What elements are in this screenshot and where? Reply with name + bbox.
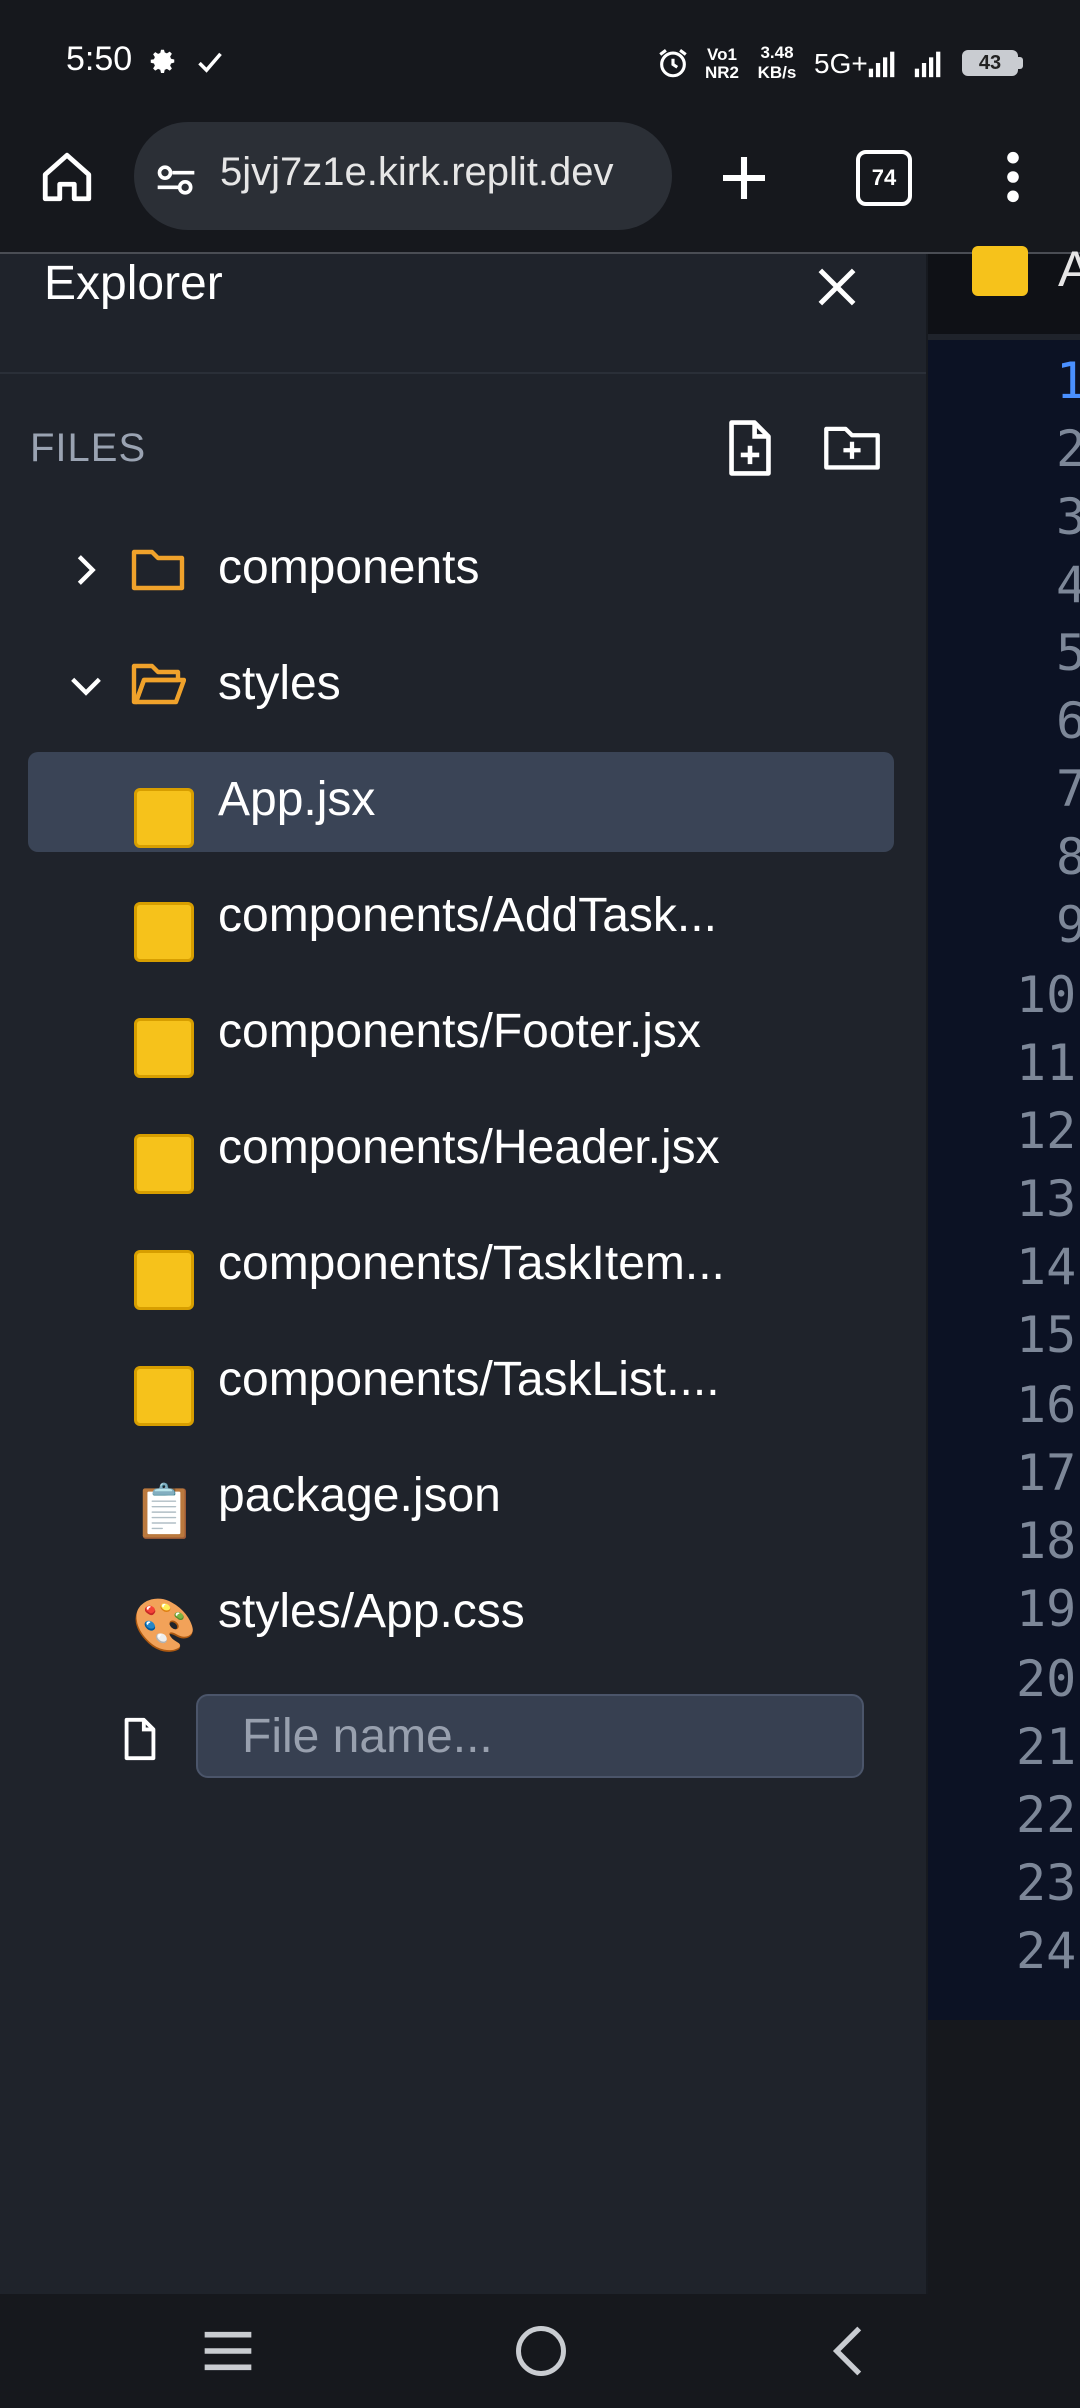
tree-item-label: components/TaskList.... bbox=[218, 1353, 720, 1406]
tree-item-label: components/Header.jsx bbox=[218, 1121, 720, 1174]
line-number: 22 bbox=[1016, 1786, 1077, 1844]
more-vert-icon[interactable] bbox=[996, 148, 1030, 206]
line-number: 10 bbox=[1016, 966, 1077, 1024]
back-icon[interactable] bbox=[830, 2324, 866, 2378]
new-tab-plus-icon[interactable] bbox=[716, 150, 772, 206]
line-number: 12 bbox=[1016, 1102, 1077, 1160]
settings-gear-icon bbox=[150, 49, 175, 73]
editor-footer-area bbox=[928, 2020, 1080, 2294]
line-number: 24 bbox=[1016, 1922, 1077, 1980]
tree-item-label: App.jsx bbox=[218, 773, 376, 826]
new-folder-icon[interactable] bbox=[822, 420, 882, 472]
line-number: 15 bbox=[1016, 1306, 1077, 1364]
palette-icon: 🎨 bbox=[132, 1597, 197, 1655]
jsx-file-icon bbox=[134, 902, 194, 962]
battery-tip bbox=[1018, 57, 1023, 69]
line-number: 20 bbox=[1016, 1650, 1077, 1708]
editor-tab-label[interactable]: A bbox=[1058, 240, 1080, 298]
tree-item-label: styles/App.css bbox=[218, 1585, 525, 1638]
jsx-file-icon bbox=[972, 246, 1028, 296]
speed-unit: KB/s bbox=[757, 63, 797, 82]
filename-input[interactable] bbox=[196, 1694, 864, 1778]
explorer-border bbox=[926, 254, 928, 2294]
tree-item-label: components bbox=[218, 541, 480, 594]
folder-open-icon bbox=[131, 663, 186, 705]
network-indicator-top: Vo1 bbox=[707, 45, 737, 64]
line-number: 8 bbox=[1056, 828, 1080, 886]
tree-item-label: components/AddTask... bbox=[218, 889, 717, 942]
line-number: 9 bbox=[1056, 896, 1080, 954]
line-number: 2 bbox=[1056, 420, 1080, 478]
new-file-icon[interactable] bbox=[724, 418, 776, 478]
line-number: 13 bbox=[1016, 1170, 1077, 1228]
tree-item-label: components/TaskItem... bbox=[218, 1237, 725, 1290]
line-number: 21 bbox=[1016, 1718, 1077, 1776]
chevron-down-icon[interactable] bbox=[66, 666, 106, 706]
line-number: 11 bbox=[1016, 1034, 1077, 1092]
tabs-icon[interactable]: 74 bbox=[856, 150, 912, 206]
network-type: 5G+ bbox=[814, 48, 868, 79]
network-indicator-bottom: NR2 bbox=[704, 63, 739, 82]
line-number: 17 bbox=[1016, 1444, 1077, 1502]
home-icon[interactable] bbox=[38, 148, 96, 206]
line-number: 14 bbox=[1016, 1238, 1077, 1296]
line-number: 6 bbox=[1056, 692, 1080, 750]
chevron-right-icon[interactable] bbox=[66, 550, 106, 590]
file-icon bbox=[124, 1717, 156, 1761]
tree-item-label: package.json bbox=[218, 1469, 501, 1522]
battery-icon: 43 bbox=[962, 50, 1018, 76]
line-number: 19 bbox=[1016, 1580, 1077, 1638]
line-number: 16 bbox=[1016, 1376, 1077, 1434]
line-number: 18 bbox=[1016, 1512, 1077, 1570]
signal-icon-2 bbox=[914, 51, 941, 78]
close-icon[interactable] bbox=[812, 262, 862, 312]
speed-value: 3.48 bbox=[760, 43, 794, 62]
explorer-title: Explorer bbox=[44, 257, 223, 310]
line-number: 7 bbox=[1056, 760, 1080, 818]
line-number: 4 bbox=[1056, 556, 1080, 614]
url-text[interactable]: 5jvj7z1e.kirk.replit.dev bbox=[220, 150, 614, 195]
alarm-icon bbox=[659, 49, 687, 78]
files-section-label: FILES bbox=[30, 426, 147, 470]
line-number: 23 bbox=[1016, 1854, 1077, 1912]
status-time: 5:50 bbox=[66, 40, 133, 78]
jsx-file-icon bbox=[134, 1250, 194, 1310]
jsx-file-icon bbox=[134, 1134, 194, 1194]
line-number: 5 bbox=[1056, 624, 1080, 682]
jsx-file-icon bbox=[134, 788, 194, 848]
home-circle-icon[interactable] bbox=[514, 2324, 568, 2378]
tree-item-label: styles bbox=[218, 657, 341, 710]
jsx-file-icon bbox=[134, 1018, 194, 1078]
tree-item-label: components/Footer.jsx bbox=[218, 1005, 701, 1058]
jsx-file-icon bbox=[134, 1366, 194, 1426]
clipboard-icon: 📋 bbox=[132, 1483, 197, 1541]
folder-icon bbox=[131, 549, 185, 591]
line-number: 3 bbox=[1056, 488, 1080, 546]
recents-icon[interactable] bbox=[200, 2326, 256, 2376]
site-settings-icon[interactable] bbox=[154, 158, 198, 202]
signal-icon bbox=[868, 51, 895, 78]
explorer-divider bbox=[0, 372, 926, 374]
line-number: 1 bbox=[1056, 352, 1080, 410]
check-icon bbox=[198, 52, 222, 73]
